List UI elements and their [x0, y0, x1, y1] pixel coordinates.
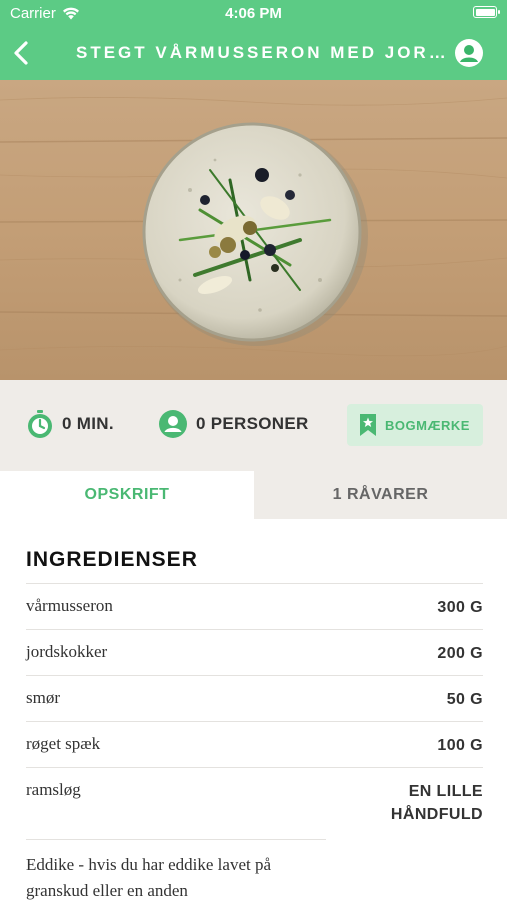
ingredient-name: røget spæk	[26, 734, 101, 753]
ingredient-amount: 50 G	[446, 691, 483, 708]
back-button[interactable]	[10, 38, 38, 68]
time-label: 0 MIN.	[62, 414, 114, 433]
stopwatch-icon	[28, 410, 52, 438]
recipe-image	[0, 80, 507, 380]
ingredient-row: ramsløg EN LILLE HÅNDFULD	[26, 767, 483, 839]
ingredient-note: Eddike - hvis du har eddike lavet på gra…	[26, 839, 326, 904]
ingredient-row: vårmusseron 300 G	[26, 583, 483, 629]
user-icon	[460, 45, 478, 62]
ingredient-name: smør	[26, 688, 60, 707]
ingredient-row: smør 50 G	[26, 675, 483, 721]
ingredient-name: ramsløg	[26, 780, 81, 799]
person-icon	[159, 410, 187, 438]
ingredient-name: jordskokker	[26, 642, 108, 661]
status-time: 4:06 PM	[225, 5, 282, 22]
ingredient-amount: 300 G	[437, 599, 483, 616]
ingredient-amount: 100 G	[437, 737, 483, 754]
persons-label: 0 PERSONER	[196, 414, 309, 433]
ingredient-row: røget spæk 100 G	[26, 721, 483, 767]
ingredients-section: INGREDIENSER vårmusseron 300 G jordskokk…	[26, 519, 483, 904]
tab-opskrift[interactable]: OPSKRIFT	[0, 471, 254, 519]
ingredient-amount-line: HÅNDFULD	[390, 806, 483, 823]
recipe-tabs: OPSKRIFT 1 RÅVARER	[0, 471, 507, 519]
profile-button[interactable]	[455, 39, 483, 67]
ingredient-name: vårmusseron	[26, 596, 113, 615]
recipe-meta-bar: 0 MIN. 0 PERSONER BOGMÆRKE	[0, 380, 507, 471]
page-title: STEGT VÅRMUSSERON MED JORDS…	[76, 43, 449, 62]
chevron-left-icon	[14, 41, 28, 65]
ingredients-heading: INGREDIENSER	[26, 548, 198, 571]
persons-info: 0 PERSONER	[158, 409, 309, 439]
bookmark-label: BOGMÆRKE	[385, 417, 470, 433]
bookmark-button[interactable]: BOGMÆRKE	[347, 404, 483, 446]
battery-icon	[473, 6, 500, 18]
ingredient-row: jordskokker 200 G	[26, 629, 483, 675]
nav-bar: STEGT VÅRMUSSERON MED JORDS…	[0, 26, 507, 80]
tab-raavarer[interactable]: 1 RÅVARER	[254, 471, 507, 519]
bookmark-star-icon	[360, 414, 376, 436]
time-info: 0 MIN.	[26, 409, 114, 439]
ingredient-amount-line: EN LILLE	[408, 783, 483, 800]
status-bar: Carrier 4:06 PM	[0, 0, 507, 26]
ingredient-amount: 200 G	[437, 645, 483, 662]
ingredient-amount: EN LILLE HÅNDFULD	[391, 780, 483, 826]
